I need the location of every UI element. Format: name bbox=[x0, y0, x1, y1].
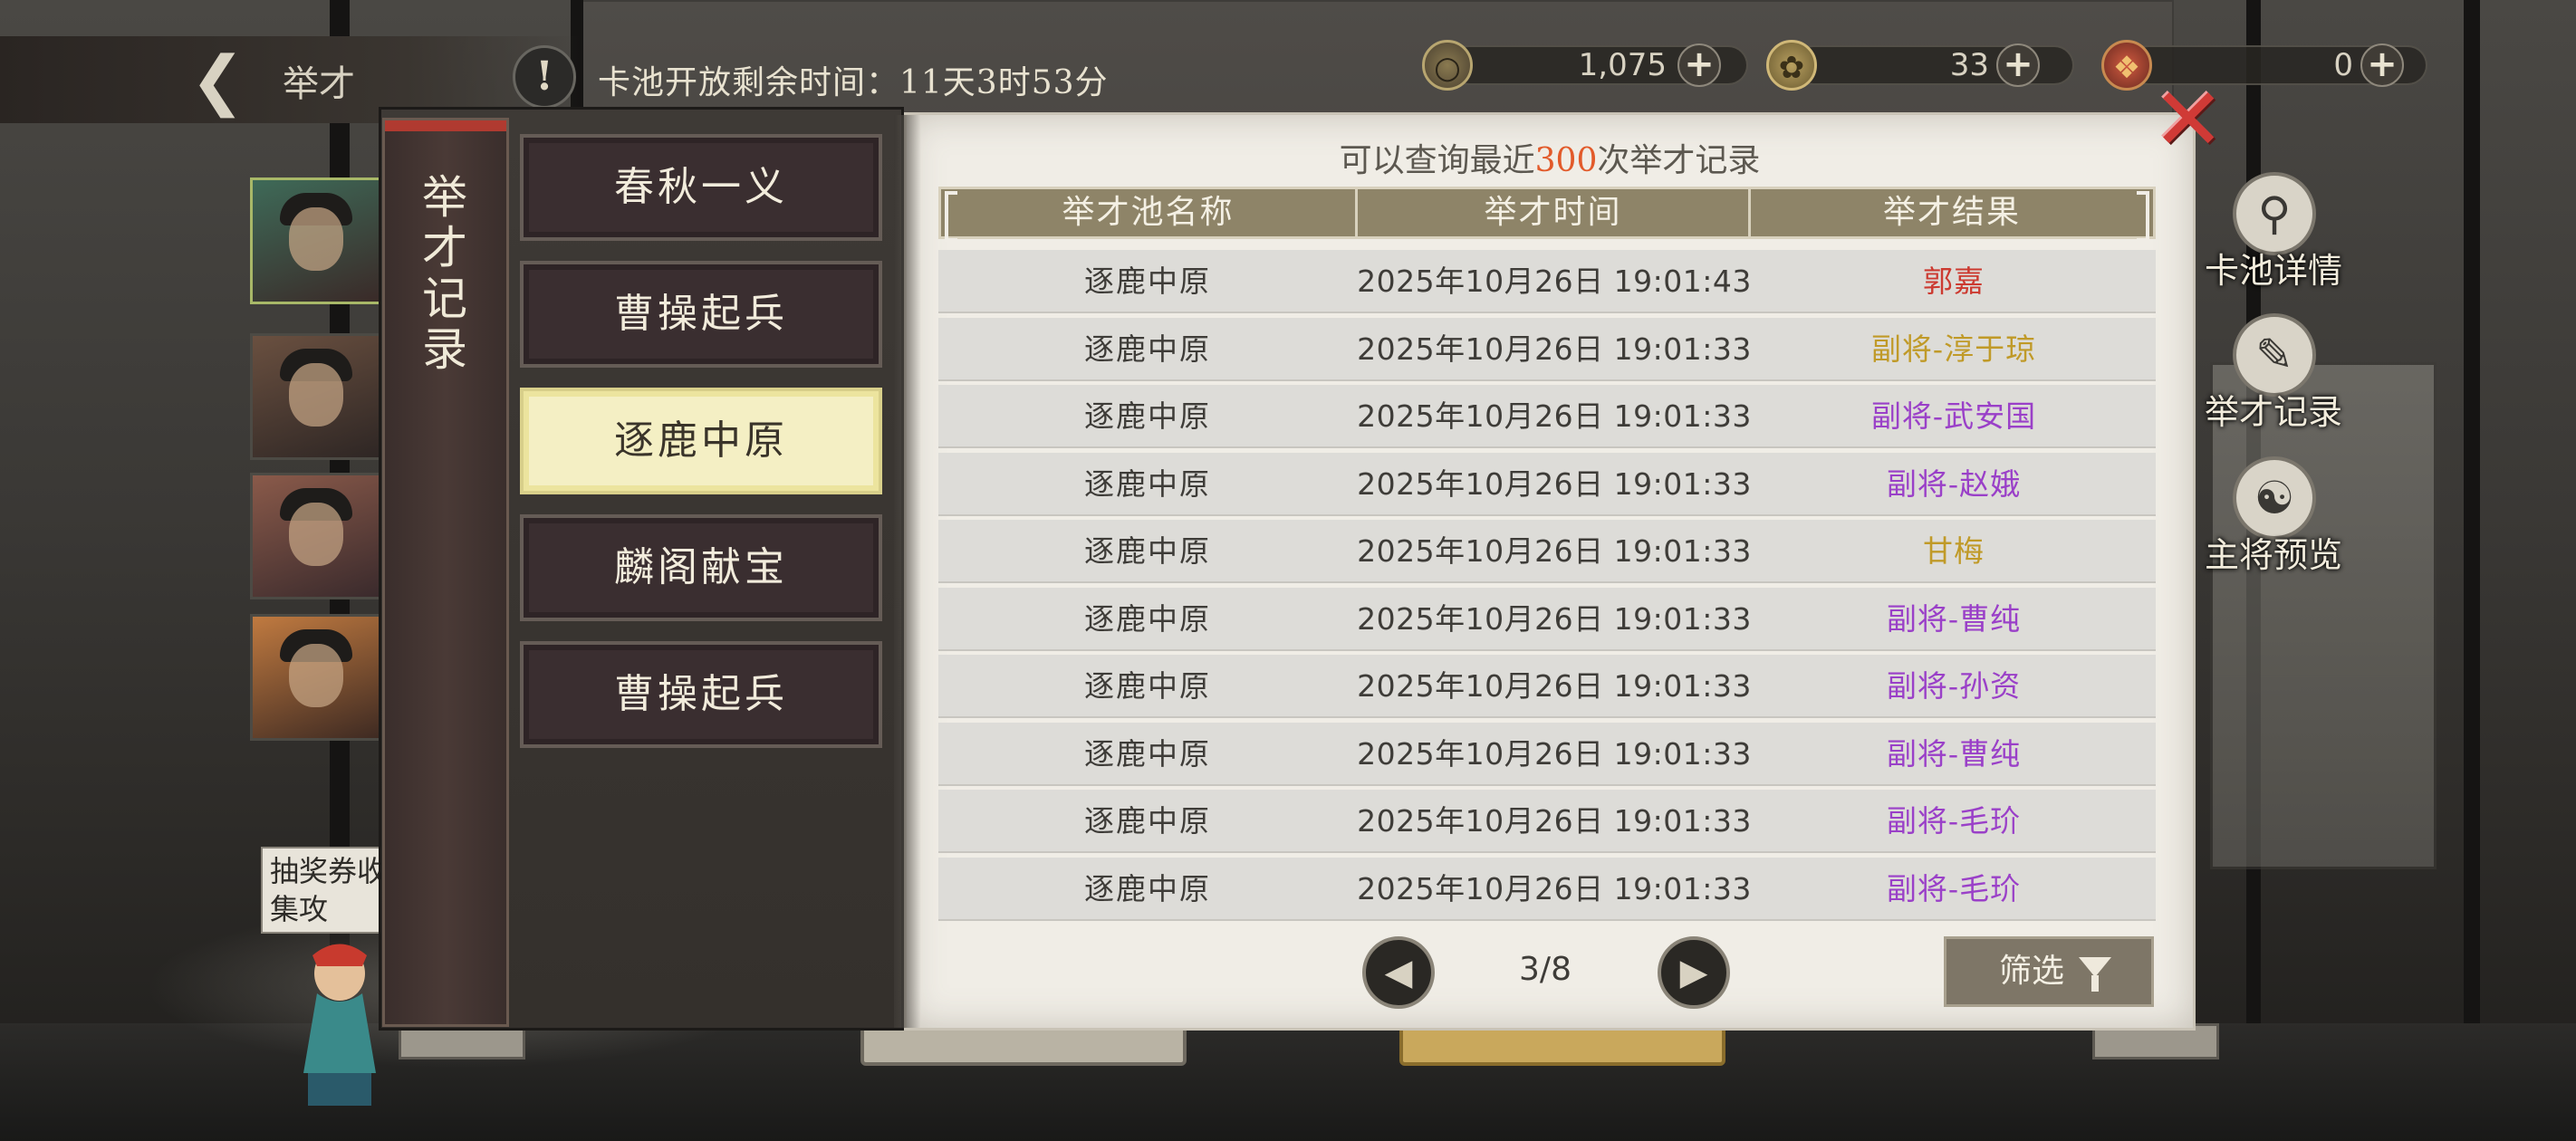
table-row: 逐鹿中原 2025年10月26日 19:01:33 副将-曹纯 bbox=[938, 722, 2156, 786]
lottery-guide-note[interactable]: 抽奖券收集攻 bbox=[261, 847, 397, 934]
pool-tab[interactable]: 春秋一义 bbox=[520, 134, 882, 241]
table-header: 举才池名称 举才时间 举才结果 bbox=[938, 187, 2156, 242]
cell-pool: 逐鹿中原 bbox=[1084, 331, 1211, 367]
query-suffix: 次举才记录 bbox=[1597, 142, 1761, 179]
filter-label: 筛选 bbox=[1999, 953, 2065, 990]
add-coin-button[interactable]: + bbox=[1677, 43, 1721, 87]
title-strip-accent bbox=[385, 120, 506, 131]
modal-title: 举才记录 bbox=[422, 171, 467, 376]
side-button-label: 主将预览 bbox=[2204, 535, 2342, 575]
currency-value: 33 bbox=[1949, 47, 1989, 83]
cell-pool: 逐鹿中原 bbox=[1084, 735, 1211, 772]
hero-face bbox=[289, 644, 343, 707]
cell-time: 2025年10月26日 19:01:33 bbox=[1357, 533, 1752, 569]
currency-gem: ❖ 0 + bbox=[2101, 40, 2427, 91]
cell-time: 2025年10月26日 19:01:43 bbox=[1357, 264, 1752, 299]
cell-time: 2025年10月26日 19:01:33 bbox=[1357, 465, 1752, 502]
cell-pool: 逐鹿中原 bbox=[1084, 803, 1211, 839]
query-info: 可以查询最近300次举才记录 bbox=[904, 134, 2196, 181]
hero-card bbox=[250, 473, 382, 599]
summon-records-button[interactable]: ✎ 举才记录 bbox=[2192, 313, 2355, 440]
pool-tab[interactable]: 麟阁献宝 bbox=[520, 514, 882, 621]
hero-face bbox=[289, 207, 343, 271]
query-prefix: 可以查询最近 bbox=[1339, 142, 1535, 179]
pool-tab[interactable]: 曹操起兵 bbox=[520, 261, 882, 368]
next-arrow-icon: ▶ bbox=[1679, 952, 1708, 993]
table-row: 逐鹿中原 2025年10月26日 19:01:33 副将-淳于琼 bbox=[938, 317, 2156, 381]
cell-time: 2025年10月26日 19:01:33 bbox=[1357, 803, 1752, 839]
hero-card bbox=[250, 333, 382, 460]
cell-result: 副将-毛玠 bbox=[1886, 870, 2022, 906]
cell-result: 郭嘉 bbox=[1923, 264, 1985, 299]
pool-tab-active[interactable]: 逐鹿中原 bbox=[520, 388, 882, 494]
cell-time: 2025年10月26日 19:01:33 bbox=[1357, 735, 1752, 772]
token-icon: ✿ bbox=[1766, 40, 1817, 91]
hero-card bbox=[250, 177, 382, 304]
back-arrow-icon[interactable]: ❮ bbox=[190, 47, 263, 112]
table-row: 逐鹿中原 2025年10月26日 19:01:33 副将-武安国 bbox=[938, 385, 2156, 448]
cell-time: 2025年10月26日 19:01:33 bbox=[1357, 331, 1752, 367]
coin-icon: ○ bbox=[1422, 40, 1473, 91]
cell-result: 副将-赵娥 bbox=[1886, 465, 2022, 502]
table-row: 逐鹿中原 2025年10月26日 19:01:33 副将-孙资 bbox=[938, 655, 2156, 718]
cell-result: 副将-武安国 bbox=[1870, 398, 2037, 434]
currency-token: ✿ 33 + bbox=[1766, 40, 2074, 91]
pool-details-button[interactable]: ⚲ 卡池详情 bbox=[2192, 172, 2355, 299]
hero-card bbox=[250, 614, 382, 741]
column-header-result: 举才结果 bbox=[1882, 194, 2021, 231]
currency-coin: ○ 1,075 + bbox=[1422, 40, 1748, 91]
cell-pool: 逐鹿中原 bbox=[1084, 668, 1211, 704]
records-table: 逐鹿中原 2025年10月26日 19:01:43 郭嘉 逐鹿中原 2025年1… bbox=[938, 250, 2156, 925]
page-title: 举才 bbox=[283, 63, 355, 105]
funnel-icon-stem bbox=[2091, 975, 2099, 992]
cell-result: 副将-毛玠 bbox=[1886, 803, 2022, 839]
filter-button[interactable]: 筛选 bbox=[1944, 936, 2154, 1007]
hero-face bbox=[289, 363, 343, 427]
funnel-icon bbox=[2079, 957, 2111, 977]
cell-pool: 逐鹿中原 bbox=[1084, 264, 1211, 299]
table-row: 逐鹿中原 2025年10月26日 19:01:43 郭嘉 bbox=[938, 250, 2156, 313]
hero-face bbox=[289, 503, 343, 566]
cell-result: 副将-曹纯 bbox=[1886, 735, 2022, 772]
table-row: 逐鹿中原 2025年10月26日 19:01:33 副将-赵娥 bbox=[938, 452, 2156, 516]
cell-result: 副将-孙资 bbox=[1886, 668, 2022, 704]
background-pillar bbox=[2464, 0, 2480, 1141]
table-row: 逐鹿中原 2025年10月26日 19:01:33 甘梅 bbox=[938, 520, 2156, 583]
info-icon[interactable]: ! bbox=[513, 45, 576, 109]
add-token-button[interactable]: + bbox=[1996, 43, 2040, 87]
next-page-button[interactable]: ▶ bbox=[1658, 936, 1730, 1009]
cell-pool: 逐鹿中原 bbox=[1084, 465, 1211, 502]
prev-arrow-icon: ◀ bbox=[1384, 952, 1413, 993]
cell-pool: 逐鹿中原 bbox=[1084, 398, 1211, 434]
cell-time: 2025年10月26日 19:01:33 bbox=[1357, 600, 1752, 637]
table-row: 逐鹿中原 2025年10月26日 19:01:33 副将-曹纯 bbox=[938, 587, 2156, 651]
currency-value: 1,075 bbox=[1578, 47, 1667, 83]
page-indicator: 3/8 bbox=[1519, 951, 1572, 988]
side-button-label: 卡池详情 bbox=[2204, 251, 2342, 291]
cell-time: 2025年10月26日 19:01:33 bbox=[1357, 398, 1752, 434]
cell-pool: 逐鹿中原 bbox=[1084, 600, 1211, 637]
pool-timer: 卡池开放剩余时间：11天3时53分 bbox=[598, 64, 1109, 101]
table-row: 逐鹿中原 2025年10月26日 19:01:33 副将-毛玠 bbox=[938, 790, 2156, 853]
pool-tab[interactable]: 曹操起兵 bbox=[520, 641, 882, 748]
gem-icon: ❖ bbox=[2101, 40, 2152, 91]
column-header-time: 举才时间 bbox=[1358, 189, 1751, 236]
cell-time: 2025年10月26日 19:01:33 bbox=[1357, 870, 1752, 906]
side-button-label: 举才记录 bbox=[2204, 392, 2342, 432]
table-row: 逐鹿中原 2025年10月26日 19:01:33 副将-毛玠 bbox=[938, 857, 2156, 921]
cell-time: 2025年10月26日 19:01:33 bbox=[1357, 668, 1752, 704]
cell-result: 副将-淳于琼 bbox=[1870, 331, 2037, 367]
add-gem-button[interactable]: + bbox=[2360, 43, 2404, 87]
cell-result: 副将-曹纯 bbox=[1886, 600, 2022, 637]
cell-result: 甘梅 bbox=[1923, 533, 1985, 569]
query-count: 300 bbox=[1534, 142, 1598, 179]
cell-pool: 逐鹿中原 bbox=[1084, 870, 1211, 906]
general-preview-button[interactable]: ☯ 主将预览 bbox=[2192, 456, 2355, 583]
cell-pool: 逐鹿中原 bbox=[1084, 533, 1211, 569]
prev-page-button[interactable]: ◀ bbox=[1362, 936, 1435, 1009]
column-header-pool: 举才池名称 bbox=[941, 189, 1358, 236]
